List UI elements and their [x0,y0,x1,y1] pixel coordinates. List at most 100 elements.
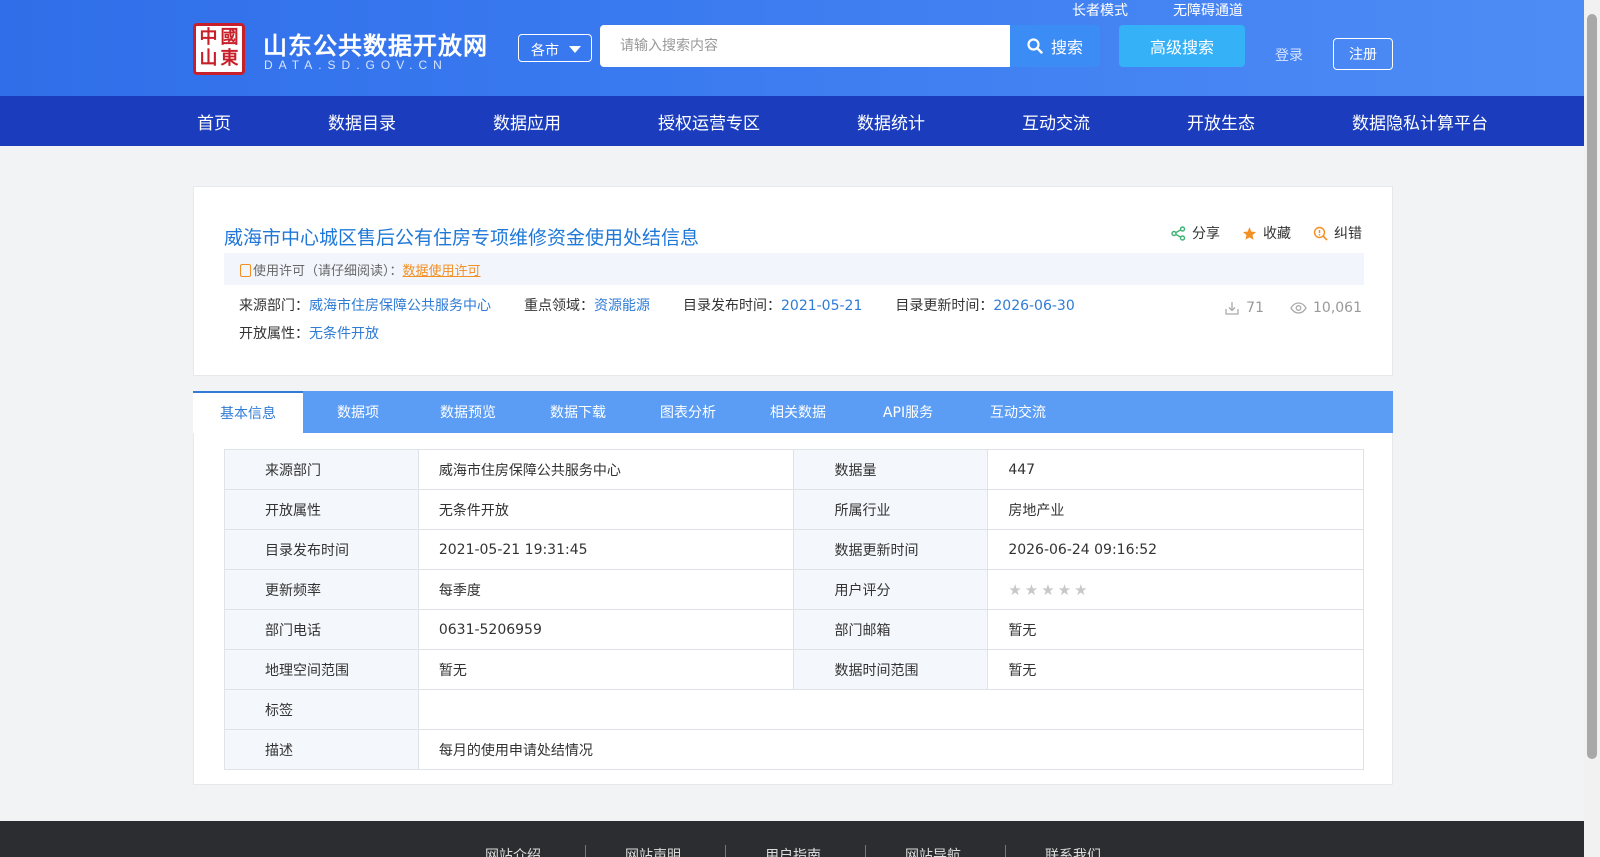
dataset-stats: 71 10,061 [1224,300,1362,316]
meta-domain-label: 重点领域： [524,298,594,314]
rating-star-icon[interactable]: ★ [1058,581,1071,599]
dataset-title: 威海市中心城区售后公有住房专项维修资金使用处结信息 [224,227,700,249]
footer-divider [1005,845,1006,857]
meta-update: 目录更新时间：2026-06-30 [895,295,1074,315]
detail-tabs: 基本信息 数据项 数据预览 数据下载 图表分析 相关数据 API服务 互动交流 [193,391,1393,433]
footer-divider [725,845,726,857]
download-icon [1225,302,1239,315]
info-key: 用户评分 [793,569,989,610]
info-value: 威海市住房保障公共服务中心 [417,449,795,490]
footer-link-guide[interactable]: 用户指南 [765,845,821,857]
user-rating[interactable]: ★ ★ ★ ★ ★ [987,569,1364,610]
register-button[interactable]: 注册 [1333,38,1393,70]
nav-item-home[interactable]: 首页 [197,109,231,134]
info-value: 0631-5206959 [417,609,795,650]
correct-label: 纠错 [1334,226,1362,242]
dataset-summary-card: 威海市中心城区售后公有住房专项维修资金使用处结信息 分享 收藏 纠错 使用许可（… [193,186,1393,376]
barrier-free-link[interactable]: 无障碍通道 [1173,0,1243,20]
nav-item-apps[interactable]: 数据应用 [493,109,561,134]
logo-seal-char: 國 [220,27,239,48]
logo-seal-char: 東 [220,48,239,69]
nav-item-interaction[interactable]: 互动交流 [1022,109,1090,134]
page-scrollbar[interactable] [1584,0,1600,857]
tab-interaction[interactable]: 互动交流 [963,391,1073,433]
search-input[interactable] [600,25,1010,67]
favorite-button[interactable]: 收藏 [1242,223,1291,243]
bookmark-icon [240,264,251,277]
rating-star-icon[interactable]: ★ [1025,581,1038,599]
city-select-label: 各市 [531,43,559,59]
info-key: 目录发布时间 [224,529,419,570]
basic-info-table: 来源部门 威海市住房保障公共服务中心 数据量 447 开放属性 无条件开放 所属… [224,449,1365,770]
meta-domain: 重点领域：资源能源 [524,295,650,315]
tab-basic-info[interactable]: 基本信息 [193,391,303,433]
search-button[interactable]: 搜索 [1010,25,1100,67]
info-value: 暂无 [987,649,1364,690]
info-key: 来源部门 [224,449,419,490]
table-row: 部门电话 0631-5206959 部门邮箱 暂无 [224,609,1364,650]
meta-publish-value: 2021-05-21 [781,298,863,314]
nav-item-statistics[interactable]: 数据统计 [857,109,925,134]
rating-star-icon[interactable]: ★ [1074,581,1087,599]
login-link[interactable]: 登录 [1275,45,1303,65]
download-count: 71 [1224,300,1264,316]
meta-publish: 目录发布时间：2021-05-21 [683,295,862,315]
tab-api-service[interactable]: API服务 [853,391,963,433]
meta-update-value: 2026-06-30 [993,298,1075,314]
meta-domain-value[interactable]: 资源能源 [594,298,650,314]
rating-star-icon[interactable]: ★ [1041,581,1054,599]
meta-open-value[interactable]: 无条件开放 [309,326,379,342]
nav-item-authorized-ops[interactable]: 授权运营专区 [658,109,760,134]
logo-seal[interactable]: 中 國 山 東 [193,23,245,75]
nav-item-privacy-computing[interactable]: 数据隐私计算平台 [1352,109,1488,134]
rating-star-icon[interactable]: ★ [1008,581,1021,599]
tab-data-preview[interactable]: 数据预览 [413,391,523,433]
view-count-value: 10,061 [1313,300,1362,316]
meta-source-value[interactable]: 威海市住房保障公共服务中心 [309,298,491,314]
scrollbar-thumb[interactable] [1587,14,1597,759]
download-count-value: 71 [1246,300,1264,316]
info-key: 描述 [224,729,419,770]
city-select[interactable]: 各市 [518,34,592,62]
rating-stars[interactable]: ★ ★ ★ ★ ★ [1008,581,1343,599]
info-value: 2026-06-24 09:16:52 [987,529,1364,570]
info-key: 开放属性 [224,489,419,530]
elder-mode-link[interactable]: 长者模式 [1072,0,1128,20]
table-row: 描述 每月的使用申请处结情况 [224,729,1365,770]
view-count: 10,061 [1290,300,1362,316]
footer-link-contact[interactable]: 联系我们 [1045,845,1101,857]
nav-item-catalog[interactable]: 数据目录 [328,109,396,134]
dataset-actions: 分享 收藏 纠错 [1171,223,1362,243]
site-header: 中 國 山 東 山东公共数据开放网 DATA.SD.GOV.CN 各市 搜索 高… [0,0,1600,96]
tab-data-items[interactable]: 数据项 [303,391,413,433]
dataset-meta-row: 开放属性：无条件开放 [239,323,379,343]
info-key: 标签 [224,689,419,730]
chevron-down-icon [569,46,581,53]
logo-seal-char: 山 [199,48,218,69]
table-row: 地理空间范围 暂无 数据时间范围 暂无 [224,649,1364,690]
share-button[interactable]: 分享 [1171,223,1220,243]
footer-link-sitemap[interactable]: 网站导航 [905,845,961,857]
license-link[interactable]: 数据使用许可 [403,264,481,279]
tab-data-download[interactable]: 数据下载 [523,391,633,433]
table-row: 来源部门 威海市住房保障公共服务中心 数据量 447 [224,449,1364,490]
advanced-search-button[interactable]: 高级搜索 [1119,25,1245,67]
site-footer: 网站介绍 网站声明 用户指南 网站导航 联系我们 [0,821,1600,857]
meta-update-label: 目录更新时间： [895,298,994,314]
footer-link-about[interactable]: 网站介绍 [485,845,541,857]
table-row: 开放属性 无条件开放 所属行业 房地产业 [224,489,1364,530]
info-key: 数据时间范围 [793,649,989,690]
correct-error-button[interactable]: 纠错 [1313,223,1362,243]
info-key: 部门电话 [224,609,419,650]
nav-item-ecosystem[interactable]: 开放生态 [1187,109,1255,134]
site-title[interactable]: 山东公共数据开放网 [263,26,488,61]
share-icon [1171,225,1186,241]
footer-link-statement[interactable]: 网站声明 [625,845,681,857]
tab-chart-analysis[interactable]: 图表分析 [633,391,743,433]
info-key: 数据量 [793,449,989,490]
tab-related-data[interactable]: 相关数据 [743,391,853,433]
star-icon [1242,226,1257,240]
meta-publish-label: 目录发布时间： [683,298,781,314]
info-value: 暂无 [417,649,795,690]
search-button-label: 搜索 [1050,38,1083,57]
